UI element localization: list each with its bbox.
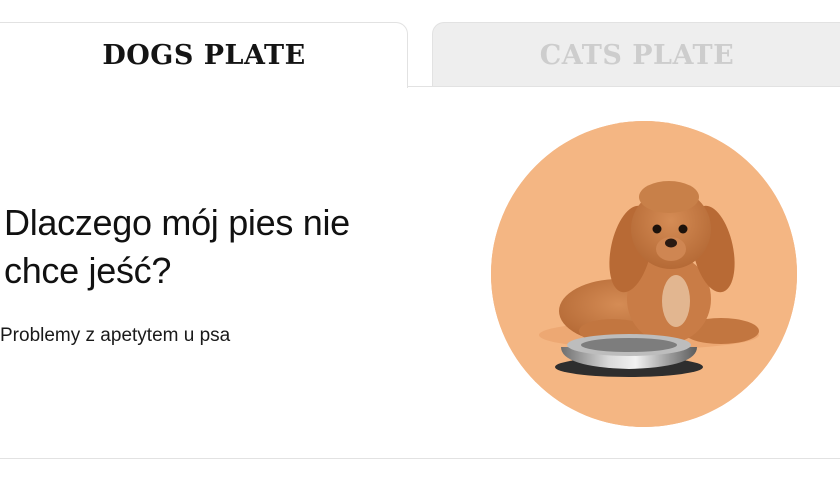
plate-tabs: DOGS PLATE CATS PLATE bbox=[0, 0, 840, 88]
dog-photo[interactable] bbox=[491, 121, 797, 427]
tab-dogs-plate[interactable]: DOGS PLATE bbox=[0, 22, 408, 88]
article-subtitle: Problemy z apetytem u psa bbox=[0, 325, 231, 346]
article-card[interactable]: Dlaczego mój pies nie chce jeść? Problem… bbox=[0, 87, 840, 458]
tab-dogs-plate-label: DOGS PLATE bbox=[102, 40, 306, 71]
page: DOGS PLATE CATS PLATE Dlaczego mój pies … bbox=[0, 0, 840, 480]
article-headline[interactable]: Dlaczego mój pies nie chce jeść? bbox=[4, 199, 434, 295]
tab-cats-plate[interactable]: CATS PLATE bbox=[432, 22, 840, 87]
section-divider bbox=[0, 458, 840, 459]
dog-with-food-bowl-icon bbox=[491, 121, 797, 427]
tab-cats-plate-label: CATS PLATE bbox=[539, 39, 735, 71]
